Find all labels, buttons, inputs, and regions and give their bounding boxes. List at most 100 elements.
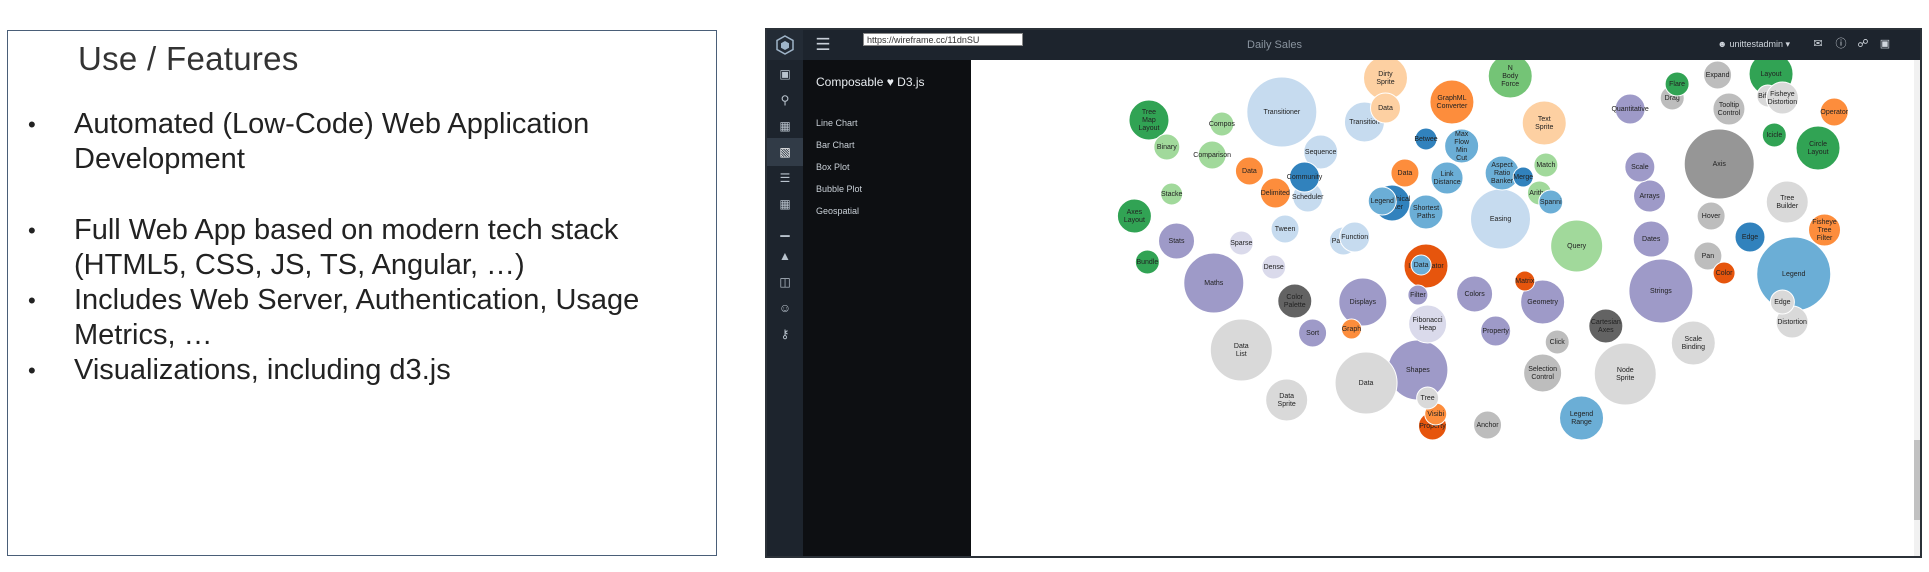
bubble[interactable] xyxy=(1765,81,1799,115)
feature-item: Metrics, … xyxy=(28,318,718,353)
bubble-chart: Tree Map LayoutTransitionerTransitionGraph… xyxy=(1116,60,1849,441)
bubble-label: Edge xyxy=(1774,299,1790,306)
user-icon: ☻ xyxy=(1717,39,1727,49)
feature-item: (HTML5, CSS, JS, TS, Angular, …) xyxy=(28,248,718,283)
bubble-label: Icicle xyxy=(1766,132,1782,139)
bubble-label: Axis xyxy=(1713,161,1727,168)
bubble[interactable] xyxy=(1429,79,1475,125)
nav-item-line-chart[interactable]: Line Chart xyxy=(816,118,858,128)
bubble-label: Sparse xyxy=(1230,240,1252,247)
share-icon[interactable]: ☍ xyxy=(1856,37,1870,51)
bubble-label: Match xyxy=(1536,162,1555,169)
scrollbar-thumb[interactable] xyxy=(1914,440,1920,520)
database-icon[interactable]: ◫ xyxy=(767,268,803,296)
bubble-label: Flare xyxy=(1669,81,1685,88)
bubble[interactable] xyxy=(1523,353,1563,393)
bubble-label: Transitioner xyxy=(1263,109,1300,116)
bubble-label: Binary xyxy=(1157,144,1177,151)
nav-item-bar-chart[interactable]: Bar Chart xyxy=(816,140,855,150)
url-field[interactable]: https://wireframe.cc/11dnSU xyxy=(863,33,1023,46)
hierarchy-icon[interactable]: ☰ xyxy=(767,164,803,192)
bubble-label: Stacke xyxy=(1161,191,1183,198)
feature-item: • Full Web App based on modern tech stack xyxy=(28,213,718,248)
bullet: • xyxy=(28,288,36,313)
cube-logo-icon xyxy=(776,35,794,55)
bubble-label: Merge xyxy=(1513,174,1533,181)
feature-text: Development xyxy=(74,143,245,175)
bubble[interactable] xyxy=(1588,308,1624,344)
bubble-label: Data xyxy=(1242,168,1257,175)
nav-item-geospatial[interactable]: Geospatial xyxy=(816,206,859,216)
bubble-label: Legend xyxy=(1782,271,1805,278)
hamburger-menu-icon[interactable]: ☰ xyxy=(811,34,835,56)
bubble-label: Transition xyxy=(1349,119,1380,126)
bubble[interactable] xyxy=(1559,395,1605,441)
nav-item-bubble-plot[interactable]: Bubble Plot xyxy=(816,184,862,194)
monitor-icon[interactable]: ▧ xyxy=(767,138,803,166)
features-list: • Automated (Low-Code) Web Application De… xyxy=(28,107,718,388)
bubble-label: Arrays xyxy=(1639,193,1660,200)
bubble[interactable] xyxy=(1408,194,1444,230)
bullet: • xyxy=(28,358,36,383)
bubble-label: Dirty Sprite xyxy=(1376,71,1394,86)
bell-icon[interactable]: ✉ xyxy=(1811,37,1825,51)
feature-item: • Automated (Low-Code) Web Application xyxy=(28,107,718,142)
bubble-label: Node Sprite xyxy=(1616,367,1634,382)
bubble[interactable] xyxy=(1430,161,1464,195)
users-icon[interactable]: ☺ xyxy=(767,294,803,322)
info-icon[interactable]: ⓘ xyxy=(1834,37,1848,51)
bubble-label: Dates xyxy=(1642,236,1661,243)
bubble-label: Scale xyxy=(1631,164,1649,171)
bubble-label: Strings xyxy=(1650,288,1672,295)
top-bar: ☰ https://wireframe.cc/11dnSU Daily Sale… xyxy=(767,30,1920,60)
bubble-label: Delimited xyxy=(1261,190,1290,197)
app-logo[interactable] xyxy=(767,30,803,60)
bubble-label: Tween xyxy=(1275,226,1296,233)
key-icon[interactable]: ⚷ xyxy=(767,320,803,348)
user-menu[interactable]: ☻ unittestadmin ▾ xyxy=(1717,39,1790,50)
page-title: Daily Sales xyxy=(1247,39,1303,51)
bubble[interactable] xyxy=(1277,283,1313,319)
bubble-label: Scale Binding xyxy=(1682,336,1705,351)
features-title: Use / Features xyxy=(60,40,317,78)
bubble-label: Compos xyxy=(1209,121,1236,128)
bubble-label: Visibi xyxy=(1427,411,1444,418)
dashboard-icon[interactable]: ▣ xyxy=(767,60,803,88)
bubble-label: Graph xyxy=(1342,326,1362,333)
bullet: • xyxy=(28,112,36,137)
bubble[interactable] xyxy=(1765,180,1809,224)
bubble[interactable] xyxy=(1265,378,1309,422)
bubble[interactable] xyxy=(1521,100,1567,146)
bubble-label: Function xyxy=(1341,234,1368,241)
icon-rail: ▣ ⚲ ▦ ▧ ☰ ▦ ▁ ▲ ◫ ☺ ⚷ xyxy=(767,60,803,556)
feature-item: Development xyxy=(28,142,718,177)
bubble[interactable] xyxy=(1593,342,1657,406)
bubble[interactable] xyxy=(1408,304,1448,344)
search-icon[interactable]: ⚲ xyxy=(767,86,803,114)
bubble[interactable] xyxy=(1670,320,1716,366)
bar-chart-icon[interactable]: ▁ xyxy=(767,216,803,244)
bubble-label: Layout xyxy=(1761,71,1782,78)
bubble-label: Query xyxy=(1567,243,1587,250)
bubble-label: Data xyxy=(1414,262,1429,269)
bubble-label: Pan xyxy=(1702,253,1715,260)
bubble-label: Comparison xyxy=(1193,152,1231,159)
bubble-label: Quantitative xyxy=(1611,106,1648,113)
grid-icon[interactable]: ▦ xyxy=(767,112,803,140)
logout-icon[interactable]: ▣ xyxy=(1878,37,1892,51)
bubble[interactable] xyxy=(1795,125,1841,171)
table-icon[interactable]: ▦ xyxy=(767,190,803,218)
bubble-label: Tree xyxy=(1421,395,1435,402)
bubble-label: Data Sprite xyxy=(1278,393,1296,408)
bubble-label: Sequence xyxy=(1305,149,1337,156)
nav-item-box-plot[interactable]: Box Plot xyxy=(816,162,850,172)
area-chart-icon[interactable]: ▲ xyxy=(767,242,803,270)
features-panel: Use / Features • Automated (Low-Code) Web… xyxy=(7,30,717,556)
bubble[interactable] xyxy=(1712,92,1746,126)
bubble-label: Hover xyxy=(1702,213,1721,220)
bubble-label: Data xyxy=(1359,380,1374,387)
scrollbar[interactable] xyxy=(1914,60,1920,556)
nav-panel: Composable ♥ D3.js Line Chart Bar Chart … xyxy=(803,60,971,556)
bubble[interactable] xyxy=(1209,318,1273,382)
bubble[interactable] xyxy=(1116,198,1152,234)
